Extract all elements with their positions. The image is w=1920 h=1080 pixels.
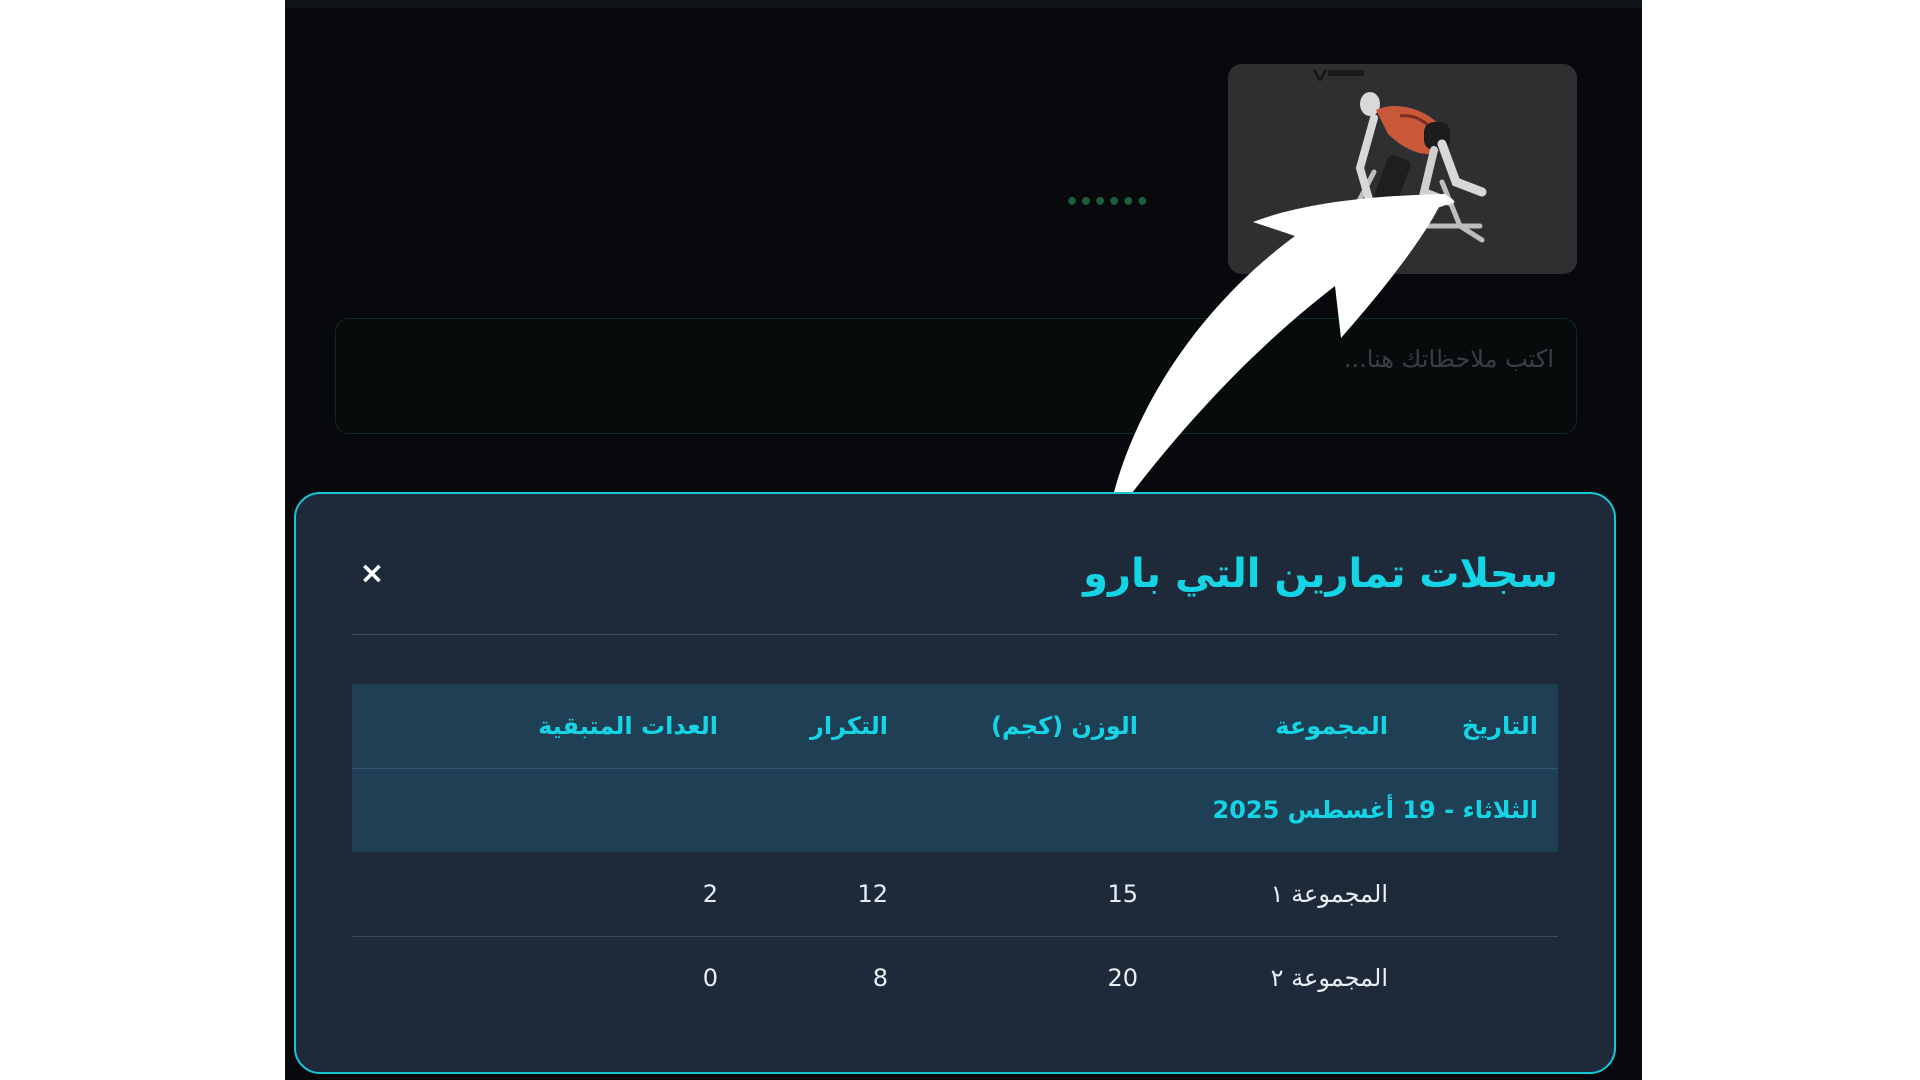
header-weight: الوزن (كجم) xyxy=(991,711,1138,740)
cell-remaining: 2 xyxy=(352,852,738,937)
cell-set: المجموعة ١ xyxy=(1158,852,1408,937)
header-date: التاريخ xyxy=(1461,711,1538,740)
cell-set: المجموعة ٢ xyxy=(1270,964,1388,993)
exercise-illustration xyxy=(1228,64,1577,274)
logs-table-container: التاريخ المجموعة الوزن (كجم) التكرار الع… xyxy=(352,684,1558,1020)
date-group-row: الثلاثاء - 19 أغسطس 2025 xyxy=(352,768,1558,852)
date-group-label: الثلاثاء - 19 أغسطس 2025 xyxy=(1212,796,1539,825)
notes-textarea[interactable]: اكتب ملاحظاتك هنا... xyxy=(335,318,1577,434)
cell-reps: 12 xyxy=(738,852,908,937)
table-row: المجموعة ٢ 20 8 0 xyxy=(352,936,1558,1020)
modal-header: سجلات تمارين التي بارو × xyxy=(352,546,1558,635)
screenshot-stage: •••••• اكتب ملاحظاتك هنا... سجلات تمارين… xyxy=(0,0,1920,1080)
table-row: المجموعة ١ 15 12 2 xyxy=(352,852,1558,937)
notes-placeholder: اكتب ملاحظاتك هنا... xyxy=(1343,345,1554,373)
logs-table: التاريخ المجموعة الوزن (كجم) التكرار الع… xyxy=(352,684,1558,1020)
close-button[interactable]: × xyxy=(352,554,392,594)
cell-weight: 15 xyxy=(908,852,1158,937)
cell-date xyxy=(1408,852,1558,937)
exercise-logs-modal: سجلات تمارين التي بارو × التاريخ المجموع… xyxy=(294,492,1616,1074)
table-header-row: التاريخ المجموعة الوزن (كجم) التكرار الع… xyxy=(352,684,1558,768)
header-remaining-reps: العدات المتبقية xyxy=(538,711,718,740)
cell-reps: 8 xyxy=(872,964,888,993)
exercise-image[interactable] xyxy=(1228,64,1577,274)
top-bar xyxy=(285,0,1642,8)
modal-title: سجلات تمارين التي بارو xyxy=(1083,551,1558,597)
header-set: المجموعة xyxy=(1275,711,1388,740)
background-link-text: •••••• xyxy=(1065,190,1150,215)
cell-weight: 20 xyxy=(1107,964,1138,993)
cell-remaining: 0 xyxy=(702,964,718,993)
cell-date xyxy=(1408,936,1558,1020)
header-reps: التكرار xyxy=(810,711,888,740)
